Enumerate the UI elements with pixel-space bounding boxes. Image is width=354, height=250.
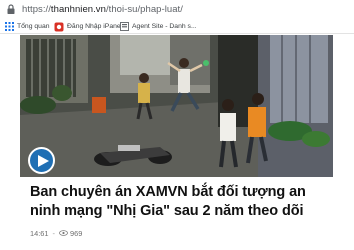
article-title[interactable]: Ban chuyên án XAMVN bắt đối tượng an nin… [30, 183, 330, 221]
play-button[interactable] [28, 147, 55, 174]
bookmark-label: Agent Site - Danh s... [132, 23, 197, 30]
url-path: /thoi-su/phap-luat/ [105, 4, 183, 15]
agent-site-icon [120, 22, 129, 31]
video-player[interactable] [20, 35, 333, 177]
video-thumbnail [20, 35, 333, 177]
url-host: thanhnien.vn [50, 4, 106, 15]
eye-icon [59, 230, 68, 236]
bookmark-agent-site[interactable]: Agent Site - Danh s... [120, 20, 197, 33]
article-views: 969 [69, 228, 83, 238]
meta-separator: - [52, 228, 55, 238]
ipanel-logo-icon [54, 22, 64, 31]
play-icon [38, 155, 49, 167]
article-time: 14:61 [30, 228, 49, 238]
grid-apps-icon [5, 22, 14, 31]
address-bar[interactable]: https://thanhnien.vn/thoi-su/phap-luat/ [0, 0, 354, 19]
url-scheme: https:// [22, 4, 51, 15]
bookmark-label: Tổng quan [17, 23, 50, 30]
bookmark-tong-quan[interactable]: Tổng quan [5, 20, 50, 33]
bookmark-label: Đăng Nhập iPanel [67, 23, 123, 30]
bookmarks-bar: Tổng quan Đăng Nhập iPanel Agent Site - … [0, 19, 354, 34]
url-text[interactable]: https://thanhnien.vn/thoi-su/phap-luat/ [22, 4, 183, 15]
bookmark-dang-nhap-ipanel[interactable]: Đăng Nhập iPanel [54, 20, 122, 33]
article-meta: 14:61 - 969 [30, 228, 82, 238]
padlock-icon [7, 4, 15, 14]
